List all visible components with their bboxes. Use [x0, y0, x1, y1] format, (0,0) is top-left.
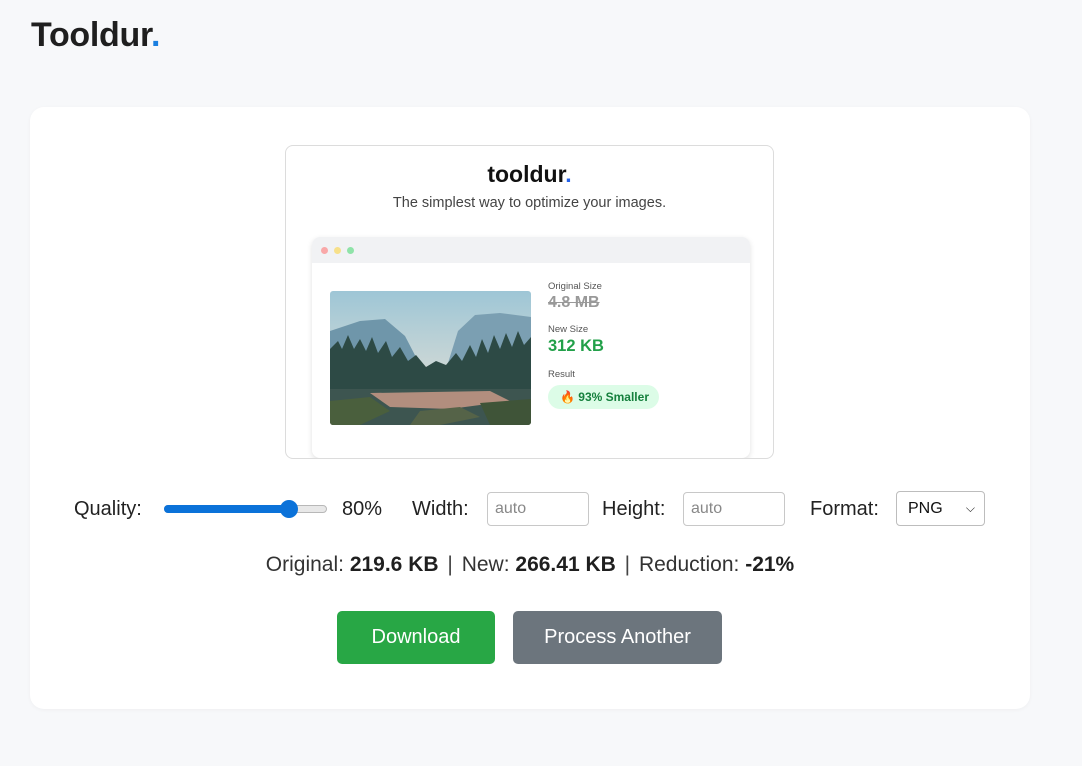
preview-logo-text: tooldur	[487, 161, 566, 187]
format-selected-value: PNG	[908, 500, 943, 517]
size-summary: Original: 219.6 KB | New: 266.41 KB | Re…	[30, 553, 1030, 577]
process-another-button[interactable]: Process Another	[513, 611, 722, 664]
preview-tagline: The simplest way to optimize your images…	[392, 195, 667, 211]
landscape-photo	[330, 291, 531, 425]
preview-logo-dot: .	[565, 161, 572, 187]
summary-reduction-value: -21%	[745, 553, 795, 576]
preview-logo: tooldur.	[286, 161, 773, 188]
preview-new-label: New Size	[548, 324, 589, 335]
summary-new-label: New:	[461, 553, 510, 576]
divider: |	[624, 553, 631, 576]
chevron-down-icon: ⌵	[965, 501, 975, 515]
preview-original-label: Original Size	[548, 281, 602, 292]
quality-label: Quality:	[74, 498, 142, 520]
brand-name: Tooldur	[31, 16, 152, 54]
width-input[interactable]	[487, 492, 589, 526]
download-button[interactable]: Download	[337, 611, 495, 664]
quality-slider[interactable]	[164, 500, 327, 518]
summary-new-value: 266.41 KB	[515, 553, 616, 576]
width-label: Width:	[412, 498, 469, 520]
preview-original-value: 4.8 MB	[548, 294, 600, 311]
yellow-light-icon	[334, 247, 341, 254]
quality-slider-thumb[interactable]	[280, 500, 298, 518]
quality-slider-fill	[164, 505, 289, 513]
height-label: Height:	[602, 498, 666, 520]
preview-result-badge: 🔥 93% Smaller	[548, 385, 659, 409]
preview-stats: Original Size 4.8 MB New Size 312 KB Res…	[548, 281, 659, 409]
summary-reduction-label: Reduction:	[638, 553, 740, 576]
preview-window: Original Size 4.8 MB New Size 312 KB Res…	[312, 237, 750, 458]
image-preview: tooldur. The simplest way to optimize yo…	[285, 145, 774, 459]
preview-window-bar	[312, 237, 750, 263]
brand-logo[interactable]: Tooldur.	[31, 16, 160, 55]
format-select[interactable]: PNG ⌵	[896, 491, 985, 526]
red-light-icon	[321, 247, 328, 254]
preview-result-label: Result	[548, 369, 575, 380]
divider: |	[447, 553, 453, 576]
summary-original-label: Original:	[265, 553, 344, 576]
tool-card: tooldur. The simplest way to optimize yo…	[30, 107, 1030, 709]
format-label: Format:	[810, 498, 879, 520]
preview-new-value: 312 KB	[548, 337, 604, 355]
brand-dot: .	[151, 16, 161, 54]
green-light-icon	[347, 247, 354, 254]
summary-original-value: 219.6 KB	[349, 553, 439, 576]
height-input[interactable]	[683, 492, 785, 526]
quality-value: 80%	[342, 498, 383, 520]
